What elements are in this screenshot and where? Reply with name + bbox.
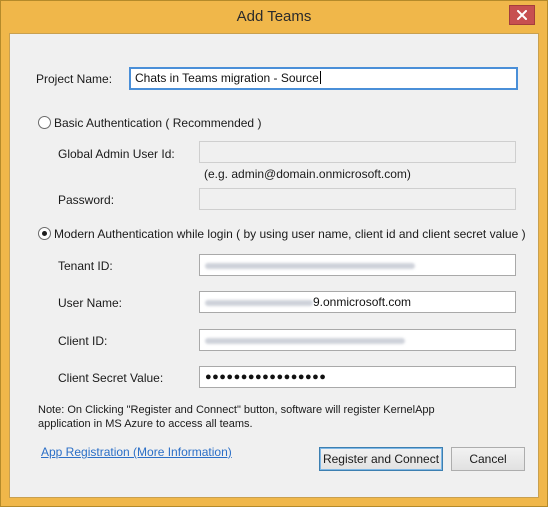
password-input[interactable] xyxy=(199,188,516,210)
radio-selected-dot xyxy=(42,231,47,236)
client-secret-value-input[interactable]: ●●●●●●●●●●●●●●●●● xyxy=(199,366,516,388)
global-admin-hint: (e.g. admin@domain.onmicrosoft.com) xyxy=(204,167,411,181)
user-name-input[interactable]: 9.onmicrosoft.com xyxy=(199,291,516,313)
app-registration-link[interactable]: App Registration (More Information) xyxy=(41,445,232,459)
text-caret xyxy=(319,71,321,84)
close-x-icon xyxy=(517,10,527,20)
password-label: Password: xyxy=(58,193,115,207)
blurred-client-id xyxy=(205,337,405,344)
project-name-label: Project Name: xyxy=(36,72,113,86)
user-name-label: User Name: xyxy=(58,296,123,310)
tenant-id-input[interactable] xyxy=(199,254,516,276)
client-secret-masked-value: ●●●●●●●●●●●●●●●●● xyxy=(205,371,327,383)
note-line-1: Note: On Clicking "Register and Connect"… xyxy=(38,404,435,416)
modern-auth-label[interactable]: Modern Authentication while login ( by u… xyxy=(54,227,526,241)
close-button[interactable] xyxy=(509,5,535,25)
client-secret-value-label: Client Secret Value: xyxy=(58,371,164,385)
dialog-body: Project Name: Chats in Teams migration -… xyxy=(9,33,539,498)
cancel-button[interactable]: Cancel xyxy=(451,447,525,471)
client-id-input[interactable] xyxy=(199,329,516,351)
user-name-domain-suffix: 9.onmicrosoft.com xyxy=(313,295,412,309)
global-admin-user-id-input[interactable] xyxy=(199,141,516,163)
tenant-id-label: Tenant ID: xyxy=(58,259,113,273)
basic-auth-label[interactable]: Basic Authentication ( Recommended ) xyxy=(54,116,261,130)
add-teams-window: Add Teams Project Name: Chats in Teams m… xyxy=(0,0,548,507)
register-and-connect-button[interactable]: Register and Connect xyxy=(319,447,443,471)
client-id-label: Client ID: xyxy=(58,334,108,348)
modern-auth-radio[interactable] xyxy=(38,227,51,240)
project-name-value: Chats in Teams migration - Source xyxy=(135,71,319,85)
title-bar[interactable]: Add Teams xyxy=(1,1,547,33)
window-title: Add Teams xyxy=(236,8,312,25)
blurred-user-name xyxy=(205,299,313,306)
project-name-input[interactable]: Chats in Teams migration - Source xyxy=(129,67,518,90)
basic-auth-radio[interactable] xyxy=(38,116,51,129)
global-admin-user-id-label: Global Admin User Id: xyxy=(58,147,175,161)
blurred-tenant-id xyxy=(205,262,415,269)
note-line-2: application in MS Azure to access all te… xyxy=(38,418,253,430)
